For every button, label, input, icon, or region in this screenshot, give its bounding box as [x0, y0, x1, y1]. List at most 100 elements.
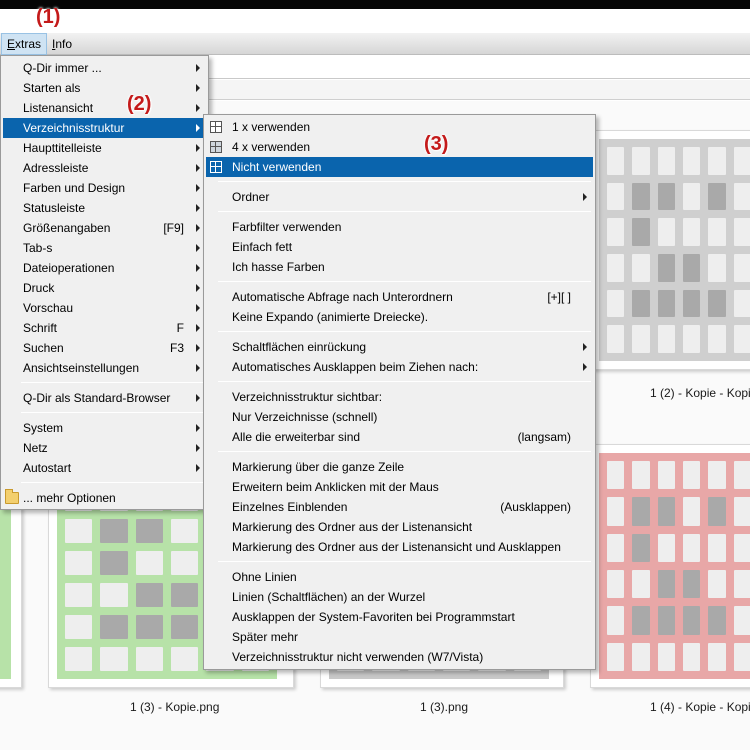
extras-item-label: Statusleiste [23, 201, 86, 215]
tree-item-einzelnes-einblenden[interactable]: Einzelnes Einblenden (Ausklappen) [206, 497, 593, 517]
extras-item-mehr-optionen[interactable]: ... mehr Optionen [3, 488, 206, 508]
extras-item-verzeichnisstruktur[interactable]: Verzeichnisstruktur [3, 118, 206, 138]
tree-item-nur-verzeichnisse-schnell[interactable]: Nur Verzeichnisse (schnell) [206, 407, 593, 427]
thumbnail-cell [632, 289, 650, 318]
annotation-1: (1) [36, 6, 61, 28]
extras-item-system[interactable]: System [3, 418, 206, 438]
menu-separator [21, 482, 204, 483]
tree-item-später-mehr[interactable]: Später mehr [206, 627, 593, 647]
extras-item-label: Verzeichnisstruktur [23, 121, 125, 135]
extras-item-vorschau[interactable]: Vorschau [3, 298, 206, 318]
extras-item-schrift[interactable]: Schrift F [3, 318, 206, 338]
file-name[interactable]: 1 (3) - Kopie.png [130, 700, 219, 714]
tree-item-ich-hasse-farben[interactable]: Ich hasse Farben [206, 257, 593, 277]
submenu-arrow-icon [196, 304, 200, 312]
tree-item-verzeichnisstruktur-sichtbar[interactable]: Verzeichnisstruktur sichtbar: [206, 387, 593, 407]
tree-item-einfach-fett[interactable]: Einfach fett [206, 237, 593, 257]
tree-item-alle-die-erweiterbar-sind[interactable]: Alle die erweiterbar sind (langsam) [206, 427, 593, 447]
thumbnail-cell [65, 583, 93, 607]
extras-item-netz[interactable]: Netz [3, 438, 206, 458]
submenu-arrow-icon [583, 343, 587, 351]
extras-item-tab-s[interactable]: Tab-s [3, 238, 206, 258]
thumbnail-cell [733, 461, 750, 490]
extras-item-listenansicht[interactable]: Listenansicht [3, 98, 206, 118]
extras-item-label: Tab-s [23, 241, 53, 255]
file-name[interactable]: 1 (2) - Kopie - Kopie [650, 386, 750, 400]
tree-item-4-x-verwenden[interactable]: 4 x verwenden [206, 137, 593, 157]
extras-item-suchen[interactable]: Suchen F3 [3, 338, 206, 358]
extras-item-haupttitelleiste[interactable]: Haupttitelleiste [3, 138, 206, 158]
submenu-arrow-icon [196, 324, 200, 332]
thumbnail-cell [733, 570, 750, 599]
extras-item-label: Schrift [23, 321, 58, 335]
extras-item-größenangaben[interactable]: Größenangaben [F9] [3, 218, 206, 238]
tree-item-label: Verzeichnisstruktur nicht verwenden (W7/… [232, 650, 484, 664]
tree-item-schaltflächen-einrückung[interactable]: Schaltflächen einrückung [206, 337, 593, 357]
extras-item-label: Autostart [23, 461, 72, 475]
thumbnail-cell [708, 606, 726, 635]
tree-item-farbfilter-verwenden[interactable]: Farbfilter verwenden [206, 217, 593, 237]
menu-separator [21, 412, 204, 413]
thumbnail-cell [657, 218, 675, 246]
tree-item-ohne-linien[interactable]: Ohne Linien [206, 567, 593, 587]
thumbnail-cell [708, 570, 726, 599]
thumbnail-cell [135, 519, 163, 543]
shortcut-label: [F9] [163, 221, 184, 235]
submenu-arrow-icon [196, 184, 200, 192]
file-thumbnail[interactable] [590, 130, 750, 370]
submenu-arrow-icon [196, 424, 200, 432]
extras-item-label: Listenansicht [23, 101, 94, 115]
extras-item-adressleiste[interactable]: Adressleiste [3, 158, 206, 178]
tree-item-label: 4 x verwenden [232, 140, 311, 154]
shortcut-label: F3 [169, 341, 184, 355]
tree-item-erweitern-beim-anklicken-mit-der-maus[interactable]: Erweitern beim Anklicken mit der Maus [206, 477, 593, 497]
extras-item-statusleiste[interactable]: Statusleiste [3, 198, 206, 218]
grid-icon [210, 161, 222, 173]
extras-item-q-dir-als-standard-browser[interactable]: Q-Dir als Standard-Browser [3, 388, 206, 408]
thumbnail-cell [171, 647, 199, 671]
thumbnail-cell [708, 147, 726, 175]
tree-item-label: Schaltflächen einrückung [232, 340, 367, 354]
menu-separator [21, 382, 204, 383]
tree-item-markierung-des-ordner-aus-der-listenansicht[interactable]: Markierung des Ordner aus der Listenansi… [206, 517, 593, 537]
extras-item-starten-als[interactable]: Starten als [3, 78, 206, 98]
tree-item-verzeichnisstruktur-nicht-verwenden-w7-vista[interactable]: Verzeichnisstruktur nicht verwenden (W7/… [206, 647, 593, 667]
extras-item-q-dir-immer[interactable]: Q-Dir immer ... [3, 58, 206, 78]
extras-item-dateioperationen[interactable]: Dateioperationen [3, 258, 206, 278]
annotation-2: (2) [127, 93, 152, 115]
extras-item-ansichtseinstellungen[interactable]: Ansichtseinstellungen [3, 358, 206, 378]
tree-item-automatische-abfrage-nach-unterordnern[interactable]: Automatische Abfrage nach Unterordnern [+… [206, 287, 593, 307]
menu-info[interactable]: Info [47, 33, 77, 55]
thumbnail-cell [733, 642, 750, 671]
tree-item-ausklappen-der-system-favoriten-bei-programmstart[interactable]: Ausklappen der System-Favoriten bei Prog… [206, 607, 593, 627]
tree-item-1-x-verwenden[interactable]: 1 x verwenden [206, 117, 593, 137]
address-bar[interactable] [200, 57, 750, 79]
thumbnail-cell [683, 289, 701, 318]
extras-item-druck[interactable]: Druck [3, 278, 206, 298]
tree-item-label: Farbfilter verwenden [232, 220, 342, 234]
tree-item-label: Ich hasse Farben [232, 260, 325, 274]
tree-item-markierung-des-ordner-aus-der-listenansicht-und-ausklappen[interactable]: Markierung des Ordner aus der Listenansi… [206, 537, 593, 557]
tree-item-linien-schaltflächen-an-der-wurzel[interactable]: Linien (Schaltflächen) an der Wurzel [206, 587, 593, 607]
thumbnail-cell [733, 182, 750, 211]
tree-item-automatisches-ausklappen-beim-ziehen-nach[interactable]: Automatisches Ausklappen beim Ziehen nac… [206, 357, 593, 377]
tree-item-nicht-verwenden[interactable]: Nicht verwenden [206, 157, 593, 177]
thumbnail-cell [607, 497, 625, 526]
file-name[interactable]: 1 (3).png [420, 700, 468, 714]
thumbnail-cell [683, 606, 701, 635]
tree-item-keine-expando-animierte-dreiecke[interactable]: Keine Expando (animierte Dreiecke). [206, 307, 593, 327]
thumbnail-cell [171, 519, 199, 543]
submenu-arrow-icon [196, 394, 200, 402]
file-name[interactable]: 1 (4) - Kopie - Kopie [650, 700, 750, 714]
file-thumbnail[interactable] [590, 444, 750, 688]
tree-item-ordner[interactable]: Ordner [206, 187, 593, 207]
menu-extras[interactable]: Extras [1, 33, 48, 55]
extras-item-label: Q-Dir als Standard-Browser [23, 391, 171, 405]
thumbnail-cell [683, 147, 701, 175]
tree-item-markierung-über-die-ganze-zeile[interactable]: Markierung über die ganze Zeile [206, 457, 593, 477]
extras-item-farben-und-design[interactable]: Farben und Design [3, 178, 206, 198]
tree-item-label: Nur Verzeichnisse (schnell) [232, 410, 378, 424]
extras-item-autostart[interactable]: Autostart [3, 458, 206, 478]
thumbnail-cell [657, 147, 675, 175]
thumbnail-cell [607, 182, 625, 211]
